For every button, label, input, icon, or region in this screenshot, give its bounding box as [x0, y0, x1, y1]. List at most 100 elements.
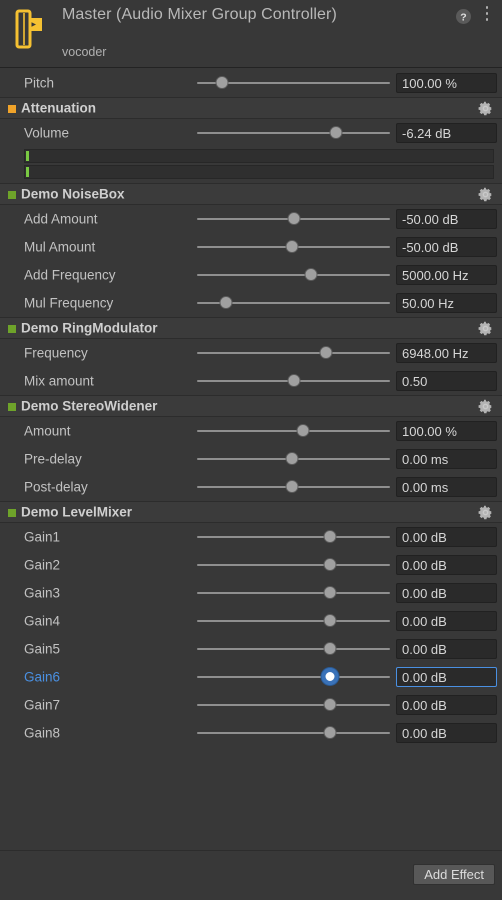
- slider-track: [197, 352, 390, 354]
- gear-icon[interactable]: [478, 187, 493, 202]
- inspector-footer: Add Effect: [0, 850, 502, 900]
- property-value-field[interactable]: 0.00 dB: [396, 667, 497, 687]
- property-value-field[interactable]: 100.00 %: [396, 421, 497, 441]
- property-slider[interactable]: [197, 424, 390, 438]
- section-header-demo-levelmixer[interactable]: Demo LevelMixer: [0, 501, 502, 523]
- property-slider[interactable]: [197, 126, 390, 140]
- property-value-field[interactable]: 0.00 dB: [396, 695, 497, 715]
- slider-handle[interactable]: [323, 642, 337, 655]
- property-value-field[interactable]: 0.00 dB: [396, 583, 497, 603]
- section-header-demo-ringmodulator[interactable]: Demo RingModulator: [0, 317, 502, 339]
- gear-icon[interactable]: [478, 399, 493, 414]
- slider-track: [197, 676, 390, 678]
- slider-track: [197, 704, 390, 706]
- property-row: Mix amount 0.50: [0, 367, 502, 395]
- property-slider[interactable]: [197, 698, 390, 712]
- property-value-field[interactable]: -50.00 dB: [396, 209, 497, 229]
- level-meter: [24, 149, 494, 163]
- mixer-name-label: vocoder: [62, 45, 107, 59]
- property-slider[interactable]: [197, 586, 390, 600]
- property-value-field[interactable]: 5000.00 Hz: [396, 265, 497, 285]
- slider-handle[interactable]: [287, 212, 300, 225]
- effect-color-swatch: [8, 403, 16, 411]
- slider-track: [197, 592, 390, 594]
- slider-handle[interactable]: [323, 726, 337, 739]
- add-effect-button[interactable]: Add Effect: [413, 864, 495, 885]
- slider-handle[interactable]: [319, 346, 333, 359]
- section-body: Gain1 0.00 dB Gain2 0.00 dB Gain3 0.00 dB Gain…: [0, 523, 502, 747]
- property-label: Gain3: [24, 585, 61, 601]
- section-title: Attenuation: [21, 100, 96, 116]
- property-value-field[interactable]: 50.00 Hz: [396, 293, 497, 313]
- slider-handle[interactable]: [323, 586, 337, 599]
- slider-handle[interactable]: [323, 698, 337, 711]
- property-slider[interactable]: [197, 530, 390, 544]
- property-slider[interactable]: [197, 374, 390, 388]
- section-header-demo-noisebox[interactable]: Demo NoiseBox: [0, 183, 502, 205]
- slider-handle[interactable]: [285, 240, 299, 253]
- inspector-header: Master (Audio Mixer Group Controller) vo…: [0, 0, 502, 68]
- slider-handle[interactable]: [323, 614, 337, 627]
- slider-track: [197, 430, 390, 432]
- gear-icon[interactable]: [478, 101, 493, 116]
- property-label: Gain8: [24, 725, 61, 741]
- slider-handle[interactable]: [287, 374, 300, 387]
- property-row: Pre-delay 0.00 ms: [0, 445, 502, 473]
- property-value-field[interactable]: 0.00 dB: [396, 527, 497, 547]
- slider-handle[interactable]: [323, 558, 337, 571]
- pitch-value-field[interactable]: 100.00 %: [396, 72, 497, 93]
- effect-color-swatch: [8, 191, 16, 199]
- slider-track: [197, 620, 390, 622]
- pitch-slider[interactable]: [197, 75, 390, 90]
- property-slider[interactable]: [197, 296, 390, 310]
- property-value-field[interactable]: 0.00 ms: [396, 449, 497, 469]
- property-slider[interactable]: [197, 558, 390, 572]
- slider-handle[interactable]: [219, 296, 233, 309]
- property-slider[interactable]: [197, 240, 390, 254]
- property-row: Post-delay 0.00 ms: [0, 473, 502, 501]
- property-value-field[interactable]: -50.00 dB: [396, 237, 497, 257]
- property-value-field[interactable]: -6.24 dB: [396, 123, 497, 143]
- section-header-demo-stereowidener[interactable]: Demo StereoWidener: [0, 395, 502, 417]
- slider-handle[interactable]: [323, 530, 337, 543]
- property-value-field[interactable]: 0.50: [396, 371, 497, 391]
- slider-handle[interactable]: [329, 126, 343, 139]
- property-slider[interactable]: [197, 726, 390, 740]
- section-header-attenuation[interactable]: Attenuation: [0, 97, 502, 119]
- slider-handle[interactable]: [296, 424, 310, 437]
- property-label: Amount: [24, 423, 71, 439]
- property-row: Gain7 0.00 dB: [0, 691, 502, 719]
- slider-handle[interactable]: [304, 268, 318, 281]
- level-meter-fill: [26, 167, 29, 177]
- gear-icon[interactable]: [478, 505, 493, 520]
- slider-handle[interactable]: [285, 452, 299, 465]
- property-value-field[interactable]: 0.00 ms: [396, 477, 497, 497]
- section-body: Add Amount -50.00 dB Mul Amount -50.00 dB Ad…: [0, 205, 502, 317]
- slider-handle[interactable]: [215, 75, 229, 89]
- property-slider[interactable]: [197, 642, 390, 656]
- property-label: Gain1: [24, 529, 61, 545]
- slider-handle[interactable]: [285, 480, 299, 493]
- slider-handle[interactable]: [321, 668, 339, 685]
- property-label: Mix amount: [24, 373, 94, 389]
- property-slider[interactable]: [197, 212, 390, 226]
- property-value-field[interactable]: 6948.00 Hz: [396, 343, 497, 363]
- property-label: Volume: [24, 125, 70, 141]
- property-value-field[interactable]: 0.00 dB: [396, 723, 497, 743]
- property-row: Gain4 0.00 dB: [0, 607, 502, 635]
- gear-icon[interactable]: [478, 321, 493, 336]
- property-slider[interactable]: [197, 480, 390, 494]
- property-row: Add Frequency 5000.00 Hz: [0, 261, 502, 289]
- property-row: Gain6 0.00 dB: [0, 663, 502, 691]
- help-icon[interactable]: ?: [455, 8, 472, 25]
- property-value-field[interactable]: 0.00 dB: [396, 611, 497, 631]
- property-value-field[interactable]: 0.00 dB: [396, 639, 497, 659]
- property-label: Mul Frequency: [24, 295, 114, 311]
- property-slider[interactable]: [197, 452, 390, 466]
- property-slider[interactable]: [197, 614, 390, 628]
- property-slider[interactable]: [197, 668, 390, 685]
- property-slider[interactable]: [197, 268, 390, 282]
- property-value-field[interactable]: 0.00 dB: [396, 555, 497, 575]
- kebab-menu-icon[interactable]: [480, 6, 494, 26]
- property-slider[interactable]: [197, 346, 390, 360]
